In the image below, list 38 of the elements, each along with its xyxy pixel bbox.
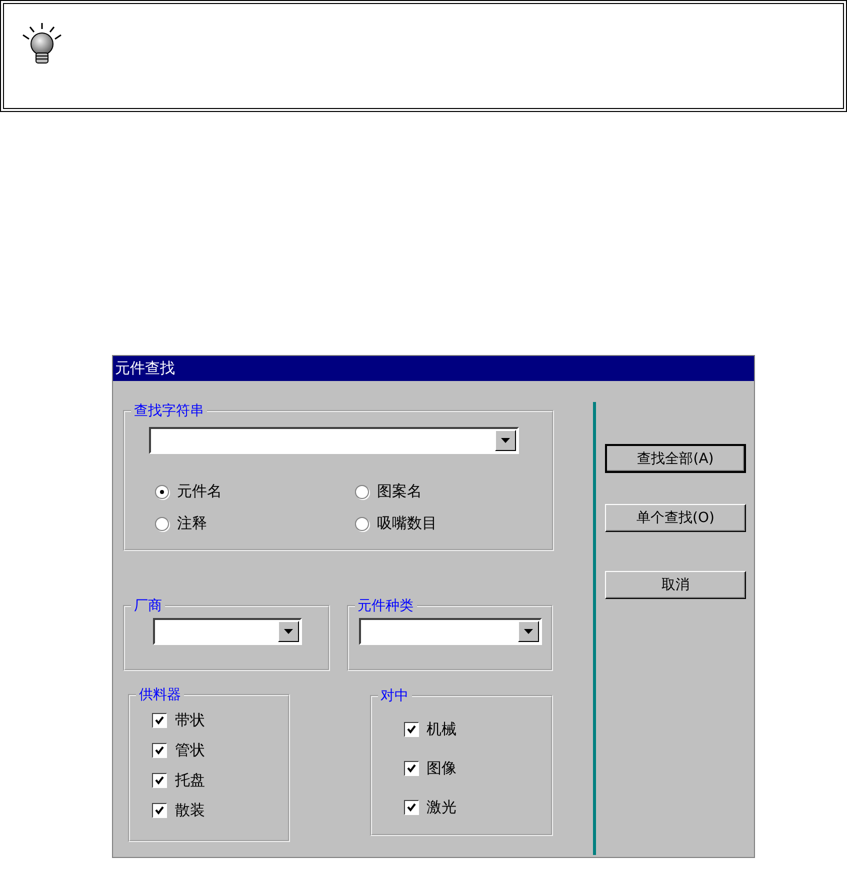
checkbox[interactable]	[152, 743, 167, 758]
checkbox[interactable]	[152, 803, 167, 818]
checkbox[interactable]	[404, 722, 419, 737]
radio-label: 元件名	[177, 482, 222, 501]
dialog-button[interactable]: 取消	[605, 571, 746, 599]
checkbox-label: 散装	[175, 801, 205, 820]
checkbox[interactable]	[152, 773, 167, 788]
checkbox-label: 带状	[175, 711, 205, 730]
group-title: 查找字符串	[133, 403, 205, 419]
group-title: 厂商	[133, 598, 163, 614]
radio-label: 吸嘴数目	[377, 514, 437, 533]
dropdown-field[interactable]	[149, 427, 519, 454]
radio-label: 图案名	[377, 482, 422, 501]
checkbox-label: 激光	[426, 798, 457, 817]
checkbox[interactable]	[404, 761, 419, 776]
light-bulb-icon	[20, 22, 64, 66]
window-title: 元件查找	[113, 356, 754, 381]
dropdown-field[interactable]	[358, 618, 542, 645]
dialog-button[interactable]: 查找全部(A)	[605, 444, 746, 473]
radio-button[interactable]	[155, 484, 169, 498]
checkbox[interactable]	[152, 713, 167, 728]
group-title: 对中	[380, 688, 410, 704]
dialog-button[interactable]: 单个查找(O)	[605, 504, 746, 532]
checkbox-label: 管状	[175, 741, 205, 760]
checkbox[interactable]	[404, 800, 419, 815]
checkbox-label: 机械	[426, 720, 457, 739]
checkbox-label: 图像	[426, 759, 457, 778]
caret-icon	[501, 438, 510, 443]
radio-button[interactable]	[155, 516, 169, 530]
radio-label: 注释	[177, 514, 207, 533]
group-title: 供料器	[138, 687, 182, 703]
dropdown-field[interactable]	[153, 618, 302, 645]
checkbox-label: 托盘	[175, 771, 205, 790]
caret-icon	[524, 629, 532, 634]
group-title: 元件种类	[356, 598, 414, 614]
radio-button[interactable]	[355, 484, 369, 498]
radio-button[interactable]	[355, 516, 369, 530]
caret-icon	[284, 629, 293, 634]
